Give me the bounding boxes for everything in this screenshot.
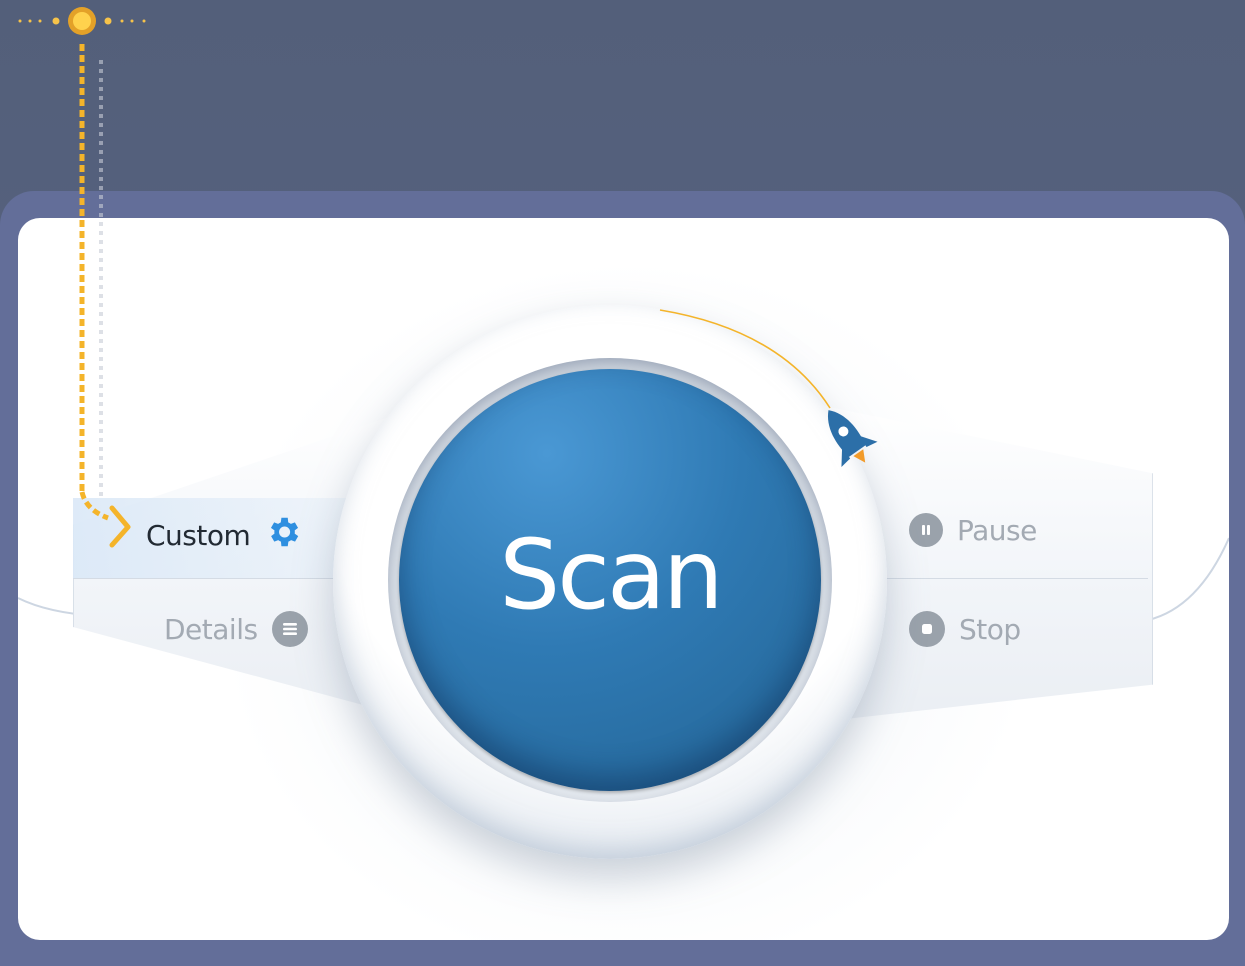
details-label: Details — [164, 612, 258, 646]
stop-label: Stop — [959, 612, 1021, 646]
custom-label: Custom — [146, 519, 251, 552]
scan-label: Scan — [499, 519, 723, 631]
pause-label: Pause — [957, 513, 1037, 547]
custom-scan-button[interactable]: Custom — [146, 513, 302, 558]
scan-panel: Custom Details Pause Stop Scan — [18, 218, 1229, 940]
gear-icon — [264, 513, 302, 558]
details-button[interactable]: Details — [164, 611, 308, 647]
pause-icon — [909, 513, 943, 547]
pause-button[interactable]: Pause — [909, 513, 1037, 547]
right-divider — [883, 578, 1148, 579]
list-icon — [271, 611, 308, 647]
rocket-icon — [827, 410, 878, 468]
left-divider — [73, 578, 363, 579]
stop-button[interactable]: Stop — [909, 611, 1021, 647]
scan-button[interactable]: Scan — [399, 369, 821, 791]
stop-icon — [909, 611, 945, 647]
